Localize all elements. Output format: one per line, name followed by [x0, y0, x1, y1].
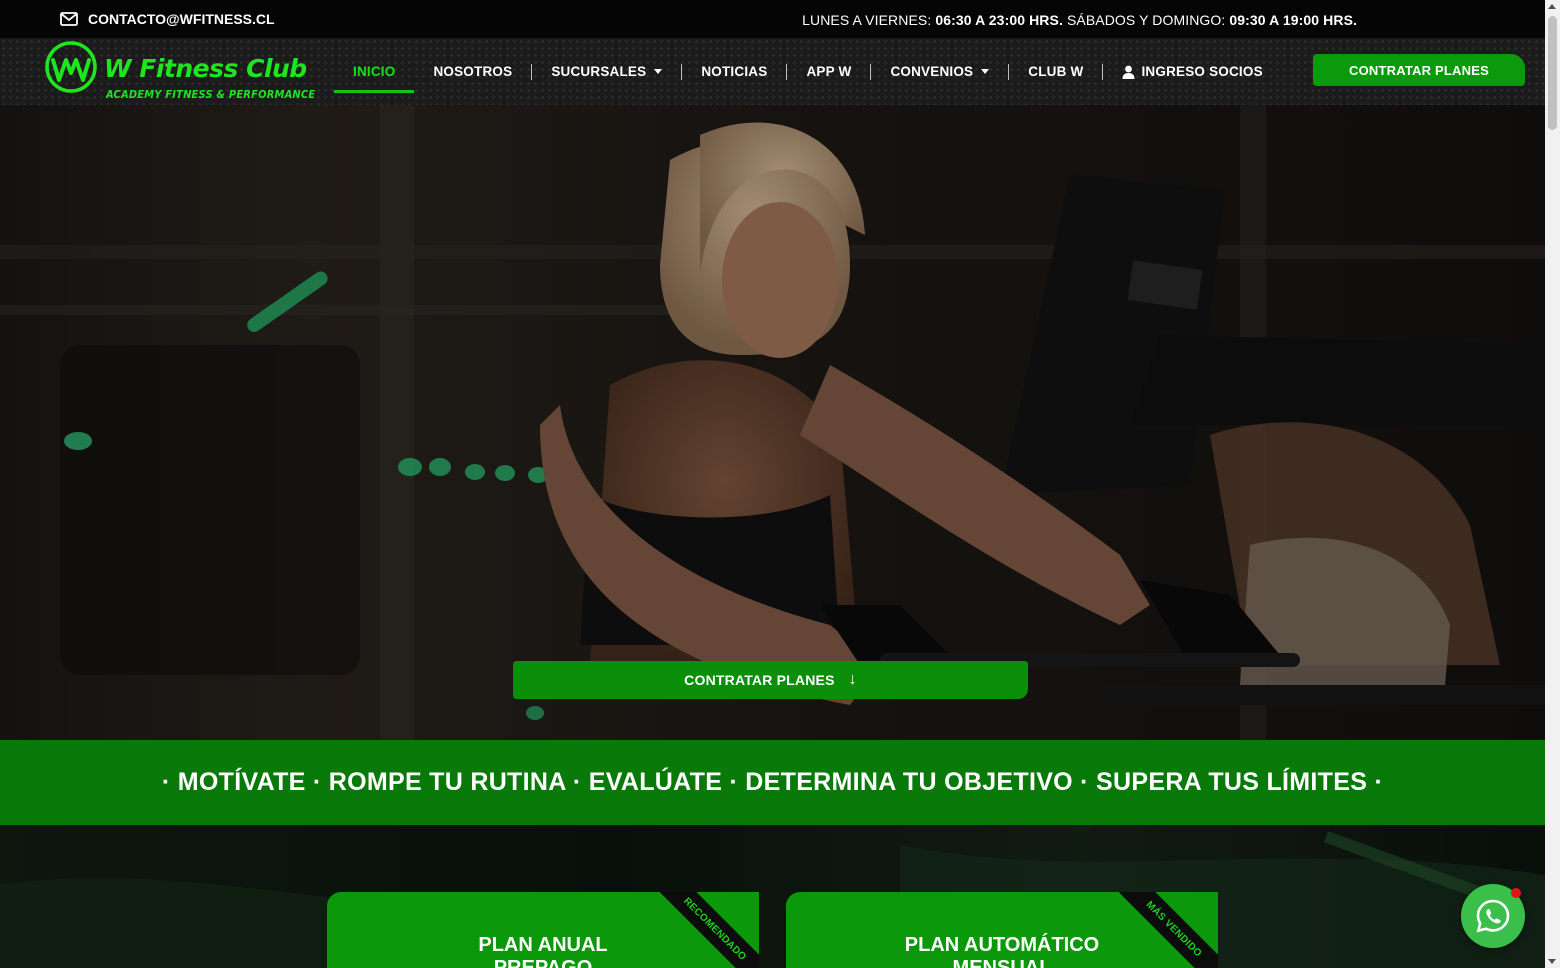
- main-header: W Fitness Club ACADEMY FITNESS & PERFORM…: [0, 38, 1545, 105]
- plan-title-line: PREPAGO: [493, 957, 593, 968]
- nav-item-ingreso-socios[interactable]: INGRESO SOCIOS: [1103, 38, 1281, 105]
- hours-weekday-label: LUNES A VIERNES:: [802, 12, 932, 28]
- nav-label: NOTICIAS: [701, 64, 768, 79]
- hours-weekday-value: 06:30 A 23:00 HRS.: [935, 12, 1063, 28]
- scroll-up-arrow-icon[interactable]: [1548, 4, 1556, 9]
- nav-item-inicio[interactable]: INICIO: [334, 38, 415, 105]
- plan-title-line: PLAN AUTOMÁTICO: [904, 934, 1100, 956]
- button-label: CONTRATAR PLANES: [684, 672, 835, 688]
- nav-item-convenios[interactable]: CONVENIOS: [871, 38, 1008, 105]
- button-label: CONTRATAR PLANES: [1349, 62, 1489, 78]
- nav-label: CLUB W: [1028, 64, 1084, 79]
- opening-hours: LUNES A VIERNES: 06:30 A 23:00 HRS. SÁBA…: [802, 12, 1357, 28]
- nav-label: INICIO: [353, 64, 396, 79]
- nav-label: INGRESO SOCIOS: [1141, 64, 1263, 79]
- nav-item-app-w[interactable]: APP W: [787, 38, 870, 105]
- notification-dot: [1511, 888, 1521, 898]
- motivational-banner: · MOTÍVATE · ROMPE TU RUTINA · EVALÚATE …: [0, 740, 1545, 825]
- contratar-planes-header-button[interactable]: CONTRATAR PLANES: [1313, 54, 1525, 86]
- contact-email: CONTACTO@WFITNESS.CL: [88, 11, 275, 27]
- brand-tagline: ACADEMY FITNESS & PERFORMANCE: [106, 88, 316, 101]
- contratar-planes-hero-button[interactable]: CONTRATAR PLANES ↓: [513, 661, 1028, 699]
- nav-label: SUCURSALES: [551, 64, 647, 79]
- banner-text: · MOTÍVATE · ROMPE TU RUTINA · EVALÚATE …: [161, 768, 1384, 796]
- nav-item-noticias[interactable]: NOTICIAS: [682, 38, 786, 105]
- hero-section: CONTRATAR PLANES ↓: [0, 105, 1545, 740]
- page-scrollbar[interactable]: [1545, 0, 1560, 968]
- envelope-icon: [60, 12, 78, 26]
- nav-item-sucursales[interactable]: SUCURSALES: [532, 38, 681, 105]
- caret-down-icon: [654, 69, 663, 74]
- w-logo-icon: [45, 41, 97, 93]
- plan-title: PLAN ANUAL PREPAGO: [327, 934, 759, 968]
- nav-label: CONVENIOS: [890, 64, 974, 79]
- top-bar: CONTACTO@WFITNESS.CL LUNES A VIERNES: 06…: [0, 0, 1545, 38]
- main-nav: INICIO NOSOTROS SUCURSALES NOTICIAS APP …: [334, 38, 1282, 105]
- nav-label: APP W: [806, 64, 852, 79]
- plan-title-line: PLAN ANUAL: [478, 934, 608, 956]
- hours-weekend-value: 09:30 A 19:00 HRS.: [1229, 12, 1357, 28]
- arrow-down-icon: ↓: [848, 671, 857, 688]
- plan-title-line: MENSUAL: [952, 957, 1052, 968]
- scrollbar-thumb[interactable]: [1548, 16, 1557, 130]
- plan-card-anual-prepago[interactable]: PLAN ANUAL PREPAGO RECOMENDADO: [327, 892, 759, 968]
- plans-overlay: [0, 825, 1545, 968]
- hero-overlay: [0, 105, 1545, 740]
- plans-section: PLAN ANUAL PREPAGO RECOMENDADO PLAN AUTO…: [0, 825, 1545, 968]
- hours-weekend-label: SÁBADOS Y DOMINGO:: [1066, 12, 1226, 28]
- scroll-down-arrow-icon[interactable]: [1548, 959, 1556, 964]
- plan-card-automatico-mensual[interactable]: PLAN AUTOMÁTICO MENSUAL MÁS VENDIDO: [786, 892, 1218, 968]
- plan-title: PLAN AUTOMÁTICO MENSUAL: [786, 934, 1218, 968]
- nav-item-nosotros[interactable]: NOSOTROS: [414, 38, 531, 105]
- site-logo[interactable]: W Fitness Club ACADEMY FITNESS & PERFORM…: [44, 40, 316, 104]
- whatsapp-icon: [1476, 899, 1510, 933]
- user-icon: [1122, 65, 1135, 79]
- brand-name: W Fitness Club: [104, 54, 307, 83]
- caret-down-icon: [981, 69, 990, 74]
- nav-item-club-w[interactable]: CLUB W: [1009, 38, 1102, 105]
- whatsapp-chat-button[interactable]: [1461, 884, 1525, 948]
- nav-label: NOSOTROS: [433, 64, 513, 79]
- contact-email-link[interactable]: CONTACTO@WFITNESS.CL: [60, 11, 275, 27]
